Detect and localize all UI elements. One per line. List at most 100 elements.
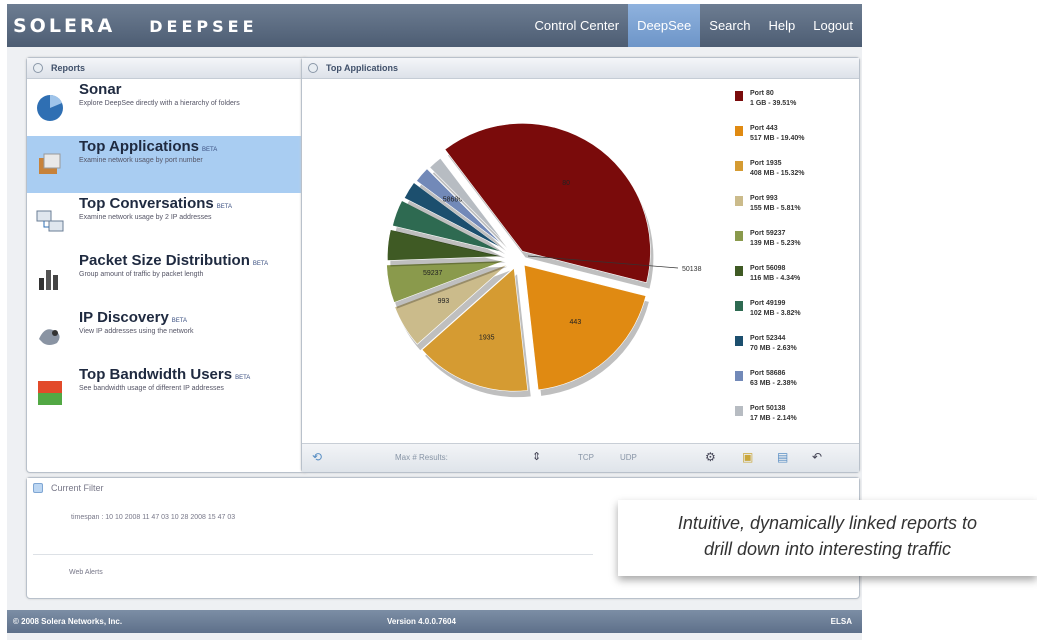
report-item[interactable]: Top Applications BETA Examine network usag… [27, 136, 307, 193]
legend-value: 155 MB - 5.81% [750, 205, 801, 212]
report-description: View IP addresses using the network [79, 328, 194, 335]
legend-label: Port 50138 [750, 405, 786, 412]
report-item[interactable]: Top Bandwidth Users BETA See bandwidth usa… [27, 364, 307, 421]
legend-swatch [735, 161, 743, 171]
udp-checkbox[interactable]: UDP [620, 453, 637, 462]
legend-swatch [735, 126, 743, 136]
reports-panel-header: Reports [27, 58, 307, 79]
beta-badge: BETA [252, 261, 269, 267]
filter-icon [33, 483, 43, 493]
report-list: Sonar Explore DeepSee directly with a hie… [27, 79, 307, 421]
top-bar: SOLERA DEEPSEE Control Center DeepSee Sea… [7, 4, 862, 47]
report-icon [35, 264, 65, 294]
legend-value: 408 MB - 15.32% [750, 170, 805, 177]
legend-label: Port 58686 [750, 370, 786, 377]
legend-label: Port 59237 [750, 230, 786, 237]
current-filter-header: Current Filter [27, 478, 859, 498]
pie-slice-label: 59237 [423, 270, 443, 277]
report-title: Top Applications BETA [79, 138, 218, 155]
pie-slice-label: 1935 [479, 334, 495, 341]
legend-swatch [735, 406, 743, 416]
feature-callout: Intuitive, dynamically linked reports to… [618, 500, 1037, 576]
report-title: Top Conversations BETA [79, 195, 232, 212]
copyright: © 2008 Solera Networks, Inc. [13, 617, 123, 626]
report-description: Examine network usage by 2 IP addresses [79, 214, 212, 221]
legend-swatch [735, 91, 743, 101]
legend-label: Port 49199 [750, 300, 786, 307]
tcp-checkbox[interactable]: TCP [578, 453, 594, 462]
nav-control-center[interactable]: Control Center [526, 4, 629, 47]
legend-swatch [735, 196, 743, 206]
report-icon [35, 93, 65, 123]
report-description: Explore DeepSee directly with a hierarch… [79, 100, 240, 107]
legend-swatch [735, 231, 743, 241]
report-title: IP Discovery BETA [79, 309, 188, 326]
nav-logout[interactable]: Logout [804, 4, 862, 47]
legend-label: Port 993 [750, 195, 778, 202]
legend-label: Port 80 [750, 90, 774, 97]
report-description: Group amount of traffic by packet length [79, 271, 204, 278]
legend-label: Port 443 [750, 125, 778, 132]
export-icon[interactable]: ▣ [742, 450, 753, 464]
report-title: Sonar [79, 81, 122, 98]
report-title: Top Bandwidth Users BETA [79, 366, 251, 383]
legend-label: Port 56098 [750, 265, 786, 272]
top-applications-pie-chart: 804431935993592375868650138Port 801 GB -… [386, 90, 805, 422]
report-description: Examine network usage by port number [79, 157, 203, 164]
nav-help[interactable]: Help [759, 4, 804, 47]
legend-swatch [735, 371, 743, 381]
beta-badge: BETA [235, 375, 251, 381]
legend-swatch [735, 266, 743, 276]
legend-value: 102 MB - 3.82% [750, 310, 801, 317]
report-icon [35, 321, 65, 351]
beta-badge: BETA [216, 204, 232, 210]
print-icon[interactable]: ▤ [777, 450, 788, 464]
top-applications-header: Top Applications [302, 58, 859, 79]
legend-value: 517 MB - 19.40% [750, 135, 805, 142]
report-description: See bandwidth usage of different IP addr… [79, 385, 224, 392]
callout-line-2: drill down into interesting traffic [703, 539, 952, 559]
panel-toggle-icon[interactable] [308, 63, 318, 73]
report-item[interactable]: Sonar Explore DeepSee directly with a hie… [27, 79, 307, 136]
legend-value: 70 MB - 2.63% [750, 345, 797, 352]
report-item[interactable]: Top Conversations BETA Examine network usa… [27, 193, 307, 250]
nav-search[interactable]: Search [700, 4, 759, 47]
refresh-icon[interactable]: ⟲ [312, 450, 322, 464]
legend-value: 63 MB - 2.38% [750, 380, 797, 387]
report-item[interactable]: Packet Size Distribution BETA Group amount… [27, 250, 307, 307]
divider [33, 554, 593, 555]
report-item[interactable]: IP Discovery BETA View IP addresses using … [27, 307, 307, 364]
pie-slice[interactable] [523, 264, 647, 391]
legend-value: 116 MB - 4.34% [750, 275, 801, 282]
pie-slice-label: 80 [562, 180, 570, 187]
chart-area: 80 443 1935 993 59237 58686 50138 Port 80 1 GB -… [303, 80, 835, 432]
report-icon [35, 207, 65, 237]
max-results-stepper[interactable]: ⇕ [532, 450, 541, 463]
footer: © 2008 Solera Networks, Inc. Version 4.0… [7, 610, 862, 633]
reports-panel: Reports Sonar Explore DeepSee directly wi… [26, 57, 308, 473]
eula-link[interactable]: ELSA [831, 610, 852, 633]
beta-badge: BETA [202, 147, 218, 153]
legend-value: 1 GB - 39.51% [750, 100, 797, 107]
report-icon [35, 378, 65, 408]
legend-swatch [735, 301, 743, 311]
panel-toggle-icon[interactable] [33, 63, 43, 73]
legend-label: Port 1935 [750, 160, 782, 167]
watchlist-item[interactable]: Web Alerts [69, 569, 103, 576]
back-icon[interactable]: ↶ [812, 450, 822, 464]
top-applications-panel: Top Applications 80 443 1935 993 59237 58686 5… [301, 57, 860, 473]
legend-value: 139 MB - 5.23% [750, 240, 801, 247]
logo: SOLERA DEEPSEE [13, 15, 258, 37]
settings-icon[interactable]: ⚙ [705, 450, 716, 464]
nav-deepsee[interactable]: DeepSee [628, 4, 701, 47]
timespan-filter[interactable]: timespan : 10 10 2008 11 47 03 10 28 200… [71, 514, 235, 521]
legend-label: Port 52344 [750, 335, 786, 342]
max-results-label: Max # Results: [395, 453, 448, 462]
main-nav: Control Center DeepSee Search Help Logou… [526, 4, 862, 47]
report-title: Packet Size Distribution BETA [79, 252, 269, 269]
callout-label: 50138 [682, 266, 702, 273]
legend-swatch [735, 336, 743, 346]
legend-value: 17 MB - 2.14% [750, 415, 797, 422]
beta-badge: BETA [171, 318, 188, 324]
chart-toolbar: ⟲ Max # Results: ⇕ TCP UDP ⚙ ▣ ▤ ↶ [302, 443, 859, 472]
